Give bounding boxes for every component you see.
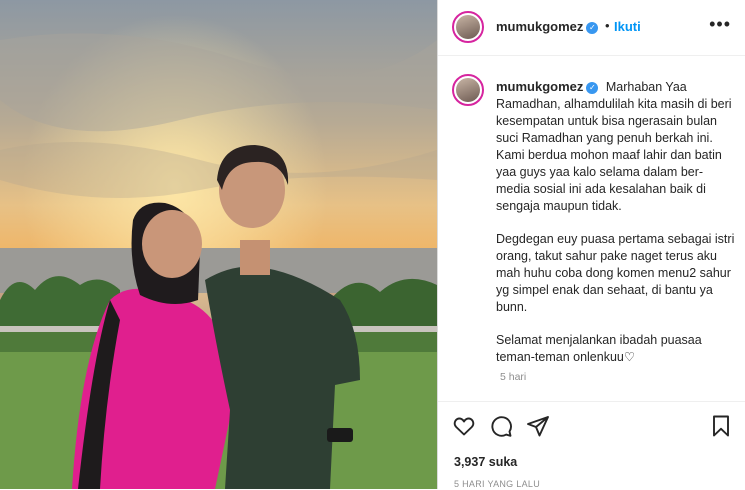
separator-dot: • bbox=[605, 18, 610, 33]
comment-icon[interactable] bbox=[489, 414, 513, 438]
action-bar: 3,937 suka 5 HARI YANG LALU bbox=[438, 401, 745, 490]
post-timestamp[interactable]: 5 HARI YANG LALU bbox=[454, 479, 540, 489]
caption-timestamp[interactable]: 5 hari bbox=[500, 371, 526, 383]
avatar[interactable] bbox=[452, 11, 484, 43]
post-side-panel: mumukgomez ✓ • Ikuti ••• mumukgomez ✓ Marh… bbox=[437, 0, 745, 489]
verified-icon: ✓ bbox=[586, 81, 599, 94]
caption-paragraph-2: Degdegan euy puasa pertama sebagai istri… bbox=[496, 232, 735, 314]
more-options-icon[interactable]: ••• bbox=[709, 14, 731, 35]
caption-paragraph: mumukgomez ✓ Marhaban Yaa Ramadhan, alham… bbox=[496, 78, 736, 215]
username-text: mumukgomez bbox=[496, 19, 584, 34]
follow-button[interactable]: Ikuti bbox=[614, 19, 641, 34]
caption-username: mumukgomez bbox=[496, 79, 584, 94]
likes-count[interactable]: 3,937 suka bbox=[454, 455, 517, 469]
couple-photo bbox=[0, 0, 437, 489]
avatar-image bbox=[456, 15, 480, 39]
post-photo[interactable] bbox=[0, 0, 437, 489]
caption-paragraph-1: Marhaban Yaa Ramadhan, alhamdulilah kita… bbox=[496, 80, 732, 213]
caption-username-link[interactable]: mumukgomez ✓ bbox=[496, 79, 599, 94]
share-icon[interactable] bbox=[526, 414, 550, 438]
caption-text: mumukgomez ✓ Marhaban Yaa Ramadhan, alham… bbox=[496, 78, 736, 382]
avatar-image bbox=[456, 78, 480, 102]
username-link[interactable]: mumukgomez ✓ bbox=[496, 19, 599, 34]
heart-icon[interactable] bbox=[452, 414, 476, 438]
bookmark-icon[interactable] bbox=[709, 414, 733, 438]
post-header: mumukgomez ✓ • Ikuti ••• bbox=[438, 0, 745, 56]
caption-area: mumukgomez ✓ Marhaban Yaa Ramadhan, alham… bbox=[438, 56, 745, 401]
verified-icon: ✓ bbox=[586, 21, 599, 34]
caption-avatar[interactable] bbox=[452, 74, 484, 106]
caption-paragraph-3: Selamat menjalankan ibadah puasaa teman-… bbox=[496, 333, 702, 364]
